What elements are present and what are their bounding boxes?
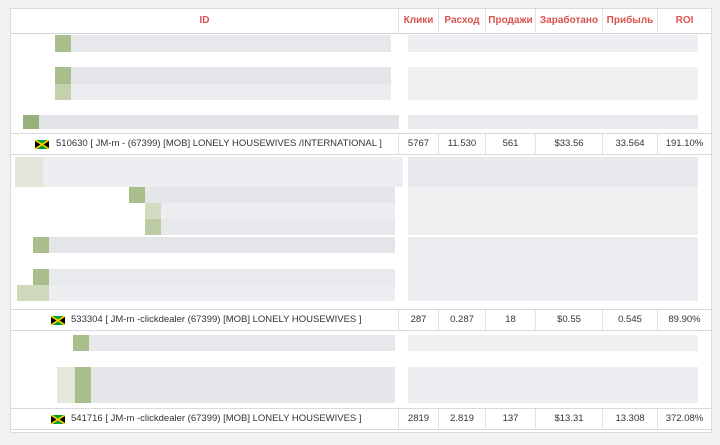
- campaign-id[interactable]: 541716 [ JM-m -clickdealer (67399) [MOB]…: [71, 409, 362, 429]
- earned-value: $33.56: [535, 134, 602, 154]
- sales-value: 18: [485, 310, 535, 330]
- earned-value: $0.55: [535, 310, 602, 330]
- profit-value: 13.308: [602, 409, 657, 429]
- stats-table: ID Клики Расход Продажи Заработано Прибы…: [10, 8, 712, 433]
- column-header-roi[interactable]: ROI: [657, 9, 711, 33]
- blurred-subrows-1: [11, 33, 711, 132]
- clicks-value: 287: [398, 310, 438, 330]
- column-header-id[interactable]: ID: [11, 9, 398, 33]
- table-header: ID Клики Расход Продажи Заработано Прибы…: [11, 9, 711, 34]
- campaign-id[interactable]: 510630 [ JM-m - (67399) [MOB] LONELY HOU…: [56, 134, 382, 154]
- column-header-clicks[interactable]: Клики: [398, 9, 438, 33]
- roi-value: 372.08%: [657, 409, 711, 429]
- table-row[interactable]: 541716 [ JM-m -clickdealer (67399) [MOB]…: [11, 408, 711, 430]
- sales-value: 561: [485, 134, 535, 154]
- sales-value: 137: [485, 409, 535, 429]
- spend-value: 0.287: [438, 310, 485, 330]
- roi-value: 89.90%: [657, 310, 711, 330]
- blurred-subrows-3: [11, 331, 711, 406]
- column-header-sales[interactable]: Продажи: [485, 9, 535, 33]
- spend-value: 2.819: [438, 409, 485, 429]
- column-header-profit[interactable]: Прибыль: [602, 9, 657, 33]
- campaign-id[interactable]: 533304 [ JM-m -clickdealer (67399) [MOB]…: [71, 310, 362, 330]
- jamaica-flag-icon: [51, 415, 65, 424]
- column-header-spend[interactable]: Расход: [438, 9, 485, 33]
- spend-value: 11.530: [438, 134, 485, 154]
- table-row[interactable]: 510630 [ JM-m - (67399) [MOB] LONELY HOU…: [11, 133, 711, 155]
- column-header-earned[interactable]: Заработано: [535, 9, 602, 33]
- roi-value: 191.10%: [657, 134, 711, 154]
- jamaica-flag-icon: [51, 316, 65, 325]
- earned-value: $13.31: [535, 409, 602, 429]
- blurred-subrows-2: [11, 155, 711, 307]
- clicks-value: 2819: [398, 409, 438, 429]
- clicks-value: 5767: [398, 134, 438, 154]
- profit-value: 33.564: [602, 134, 657, 154]
- table-row[interactable]: 533304 [ JM-m -clickdealer (67399) [MOB]…: [11, 309, 711, 331]
- jamaica-flag-icon: [35, 140, 49, 149]
- profit-value: 0.545: [602, 310, 657, 330]
